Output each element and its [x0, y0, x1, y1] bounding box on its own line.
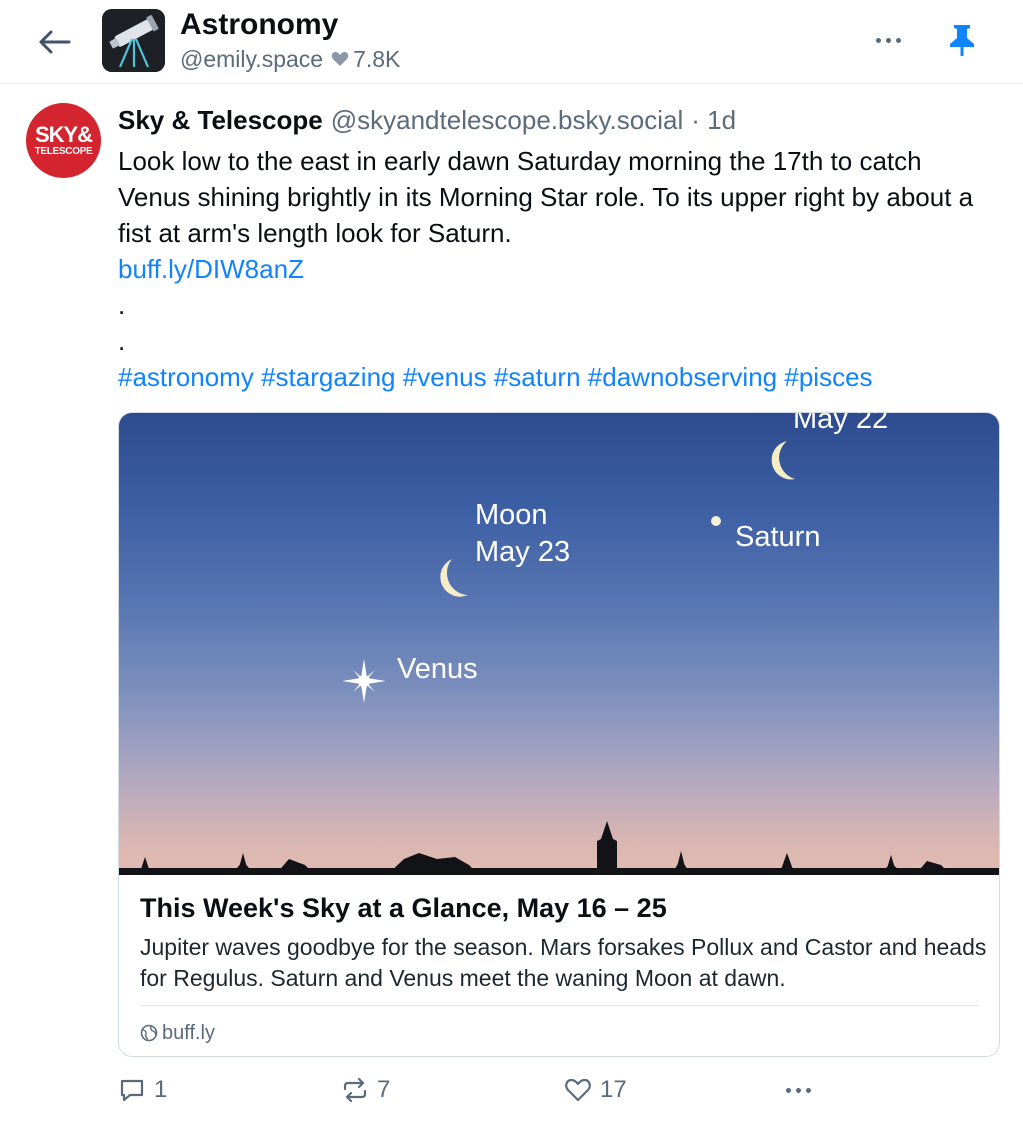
like-count: 17 [600, 1076, 627, 1103]
sky-chart-illustration [119, 441, 999, 875]
heart-icon [331, 52, 349, 66]
avatar-logo-line2: TELESCOPE [34, 145, 93, 157]
sky-label-moon: Moon [475, 499, 548, 531]
repost-icon [343, 1077, 367, 1103]
reply-icon [120, 1079, 144, 1102]
post-dot: . [118, 326, 126, 356]
hashtag[interactable]: #saturn [494, 362, 581, 392]
sky-label-venus: Venus [397, 653, 478, 685]
ellipsis-icon [875, 37, 901, 43]
feed-avatar[interactable] [102, 9, 165, 72]
tree-silhouettes [119, 821, 999, 875]
feed-likes-count: 7.8K [353, 45, 401, 72]
feed-title: Astronomy [180, 8, 339, 41]
time-value: 1d [707, 105, 737, 135]
post-body: Look low to the east in early dawn Satur… [118, 146, 974, 248]
feed-more-button[interactable] [866, 22, 910, 58]
card-title: This Week's Sky at a Glance, May 16 – 25 [140, 893, 667, 923]
hashtag[interactable]: #dawnobserving [588, 362, 777, 392]
back-button[interactable] [32, 20, 76, 64]
post-actions: 1 7 17 [0, 1072, 1023, 1108]
post-header: Sky & Telescope @skyandtelescope.bsky.so… [118, 105, 736, 139]
telescope-icon [102, 9, 165, 72]
pin-icon [950, 25, 974, 56]
hashtag[interactable]: #astronomy [118, 362, 254, 392]
sky-label-may23: May 23 [475, 536, 571, 568]
hashtag[interactable]: #stargazing [261, 362, 395, 392]
repost-count: 7 [377, 1076, 391, 1103]
feed-meta: @emily.space 7.8K [180, 45, 400, 73]
card-divider [140, 1005, 979, 1006]
post-link[interactable]: buff.ly/DIW8anZ [118, 254, 304, 284]
author-avatar[interactable]: SKY& TELESCOPE [26, 103, 101, 178]
reply-button[interactable]: 1 [118, 1072, 167, 1108]
ellipsis-icon [786, 1087, 811, 1093]
feed-likes: 7.8K [331, 46, 400, 73]
link-card[interactable]: May 22 Moon May 23 Saturn Venus This Wee… [118, 412, 1000, 1057]
post-more-button[interactable] [786, 1072, 811, 1108]
hashtag-list: #astronomy #stargazing #venus #saturn #d… [118, 359, 998, 395]
feed-handle[interactable]: @emily.space [180, 46, 323, 73]
repost-button[interactable]: 7 [341, 1072, 390, 1108]
saturn-dot-icon [711, 516, 721, 526]
sky-label-may22: May 22 [793, 413, 889, 435]
post-text: Look low to the east in early dawn Satur… [118, 143, 998, 395]
moon-may22-icon [771, 441, 795, 480]
card-image: May 22 Moon May 23 Saturn Venus [119, 413, 999, 875]
pin-feed-button[interactable] [942, 18, 982, 62]
feed-header: Astronomy @emily.space 7.8K [0, 0, 1023, 84]
hashtag[interactable]: #venus [403, 362, 487, 392]
hashtag[interactable]: #pisces [784, 362, 872, 392]
post-time[interactable]: · 1d [691, 105, 736, 136]
author-handle[interactable]: @skyandtelescope.bsky.social [331, 105, 684, 136]
reply-count: 1 [154, 1076, 168, 1103]
like-button[interactable]: 17 [564, 1072, 627, 1108]
card-description: Jupiter waves goodbye for the season. Ma… [140, 934, 987, 991]
arrow-left-icon [39, 30, 71, 54]
card-domain: buff.ly [140, 1017, 215, 1049]
moon-may23-icon [440, 559, 468, 597]
avatar-logo-line1: SKY& [34, 121, 93, 147]
venus-star-icon [342, 659, 386, 703]
author-name[interactable]: Sky & Telescope [118, 105, 323, 136]
post-dot: . [118, 290, 126, 320]
heart-outline-icon [565, 1078, 591, 1102]
time-separator: · [691, 105, 700, 135]
sky-label-saturn: Saturn [735, 521, 821, 553]
globe-icon [140, 1024, 158, 1042]
card-domain-text: buff.ly [162, 1021, 215, 1044]
